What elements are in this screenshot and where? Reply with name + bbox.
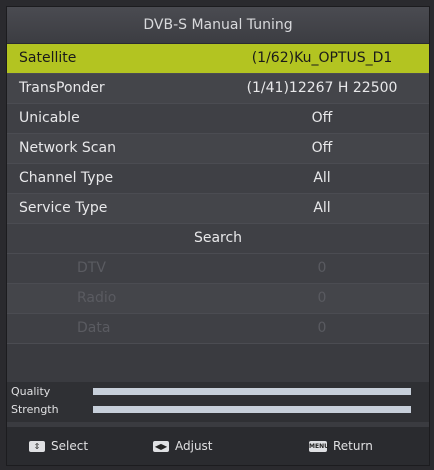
data-count: 0 [317, 320, 327, 336]
unicable-label: Unicable [19, 110, 80, 126]
transponder-value[interactable]: (1/41)12267 H 22500 [227, 74, 417, 103]
dtv-label: DTV [77, 260, 106, 276]
quality-meter: Quality [7, 382, 429, 400]
radio-count: 0 [317, 290, 327, 306]
leftright-arrow-icon: ◀▶ [153, 440, 169, 452]
radio-label: Radio [77, 290, 117, 306]
row-network-scan[interactable]: Network Scan Off [7, 134, 429, 164]
network-scan-label: Network Scan [19, 140, 116, 156]
row-satellite[interactable]: Satellite (1/62)Ku_OPTUS_D1 [7, 44, 429, 74]
transponder-label: TransPonder [19, 80, 105, 96]
network-scan-value[interactable]: Off [227, 134, 417, 163]
hint-adjust: ◀▶ Adjust [153, 439, 213, 453]
row-unicable[interactable]: Unicable Off [7, 104, 429, 134]
channel-type-value[interactable]: All [227, 164, 417, 193]
quality-label: Quality [11, 385, 51, 398]
row-service-type[interactable]: Service Type All [7, 194, 429, 224]
satellite-value[interactable]: (1/62)Ku_OPTUS_D1 [227, 44, 417, 73]
menu-key-icon: MENU [309, 440, 329, 452]
updown-arrow-icon: ⇕ [29, 440, 45, 452]
search-button[interactable]: Search [7, 224, 429, 254]
strength-label: Strength [11, 403, 59, 416]
return-label: Return [333, 439, 373, 453]
row-transponder[interactable]: TransPonder (1/41)12267 H 22500 [7, 74, 429, 104]
satellite-label: Satellite [19, 50, 77, 66]
dtv-count: 0 [317, 260, 327, 276]
result-row-dtv: DTV 0 [7, 254, 429, 284]
select-label: Select [51, 439, 89, 453]
unicable-value[interactable]: Off [227, 104, 417, 133]
result-row-radio: Radio 0 [7, 284, 429, 314]
strength-bar [93, 406, 411, 413]
quality-bar [93, 388, 411, 395]
row-channel-type[interactable]: Channel Type All [7, 164, 429, 194]
adjust-label: Adjust [175, 439, 213, 453]
channel-type-label: Channel Type [19, 170, 114, 186]
hint-select: ⇕ Select [29, 439, 88, 453]
data-label: Data [77, 320, 111, 336]
service-type-label: Service Type [19, 200, 108, 216]
page-title: DVB-S Manual Tuning [7, 7, 429, 44]
signal-meters: Quality Strength [7, 382, 429, 422]
service-type-value[interactable]: All [227, 194, 417, 223]
strength-meter: Strength [7, 400, 429, 418]
result-row-data: Data 0 [7, 314, 429, 344]
footer-hints: ⇕ Select ◀▶ Adjust MENU Return [7, 427, 429, 465]
hint-return: MENU Return [309, 439, 373, 453]
manual-tuning-panel: DVB-S Manual Tuning Satellite (1/62)Ku_O… [6, 6, 430, 466]
